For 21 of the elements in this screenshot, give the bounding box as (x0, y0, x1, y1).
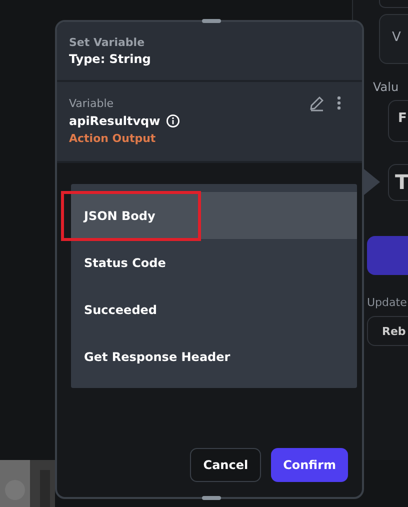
rebuild-button[interactable]: Reb (367, 316, 408, 346)
menu-item[interactable]: JSON Body (71, 192, 357, 239)
cancel-button[interactable]: Cancel (190, 448, 262, 482)
dialog-title: Type: String (69, 52, 152, 66)
resize-handle[interactable] (202, 496, 221, 500)
menu-item[interactable]: Succeeded (71, 286, 357, 333)
value-label: Valu (373, 80, 399, 94)
card-label: V (392, 30, 401, 45)
menu-item[interactable]: Get Response Header (71, 333, 357, 380)
variable-source: Action Output (69, 132, 157, 145)
dialog-caption: Set Variable (69, 36, 146, 49)
confirm-button[interactable]: Confirm (271, 448, 348, 482)
info-icon[interactable] (166, 114, 180, 128)
more-icon[interactable] (336, 95, 342, 111)
edit-icon[interactable] (308, 94, 326, 112)
update-label: Update (367, 296, 407, 309)
menu-item[interactable]: Status Code (71, 239, 357, 286)
value-field[interactable]: F (388, 100, 408, 142)
resize-handle[interactable] (202, 19, 221, 23)
variable-label: Variable (69, 96, 114, 110)
variable-name: apiResultvqw (69, 114, 160, 128)
